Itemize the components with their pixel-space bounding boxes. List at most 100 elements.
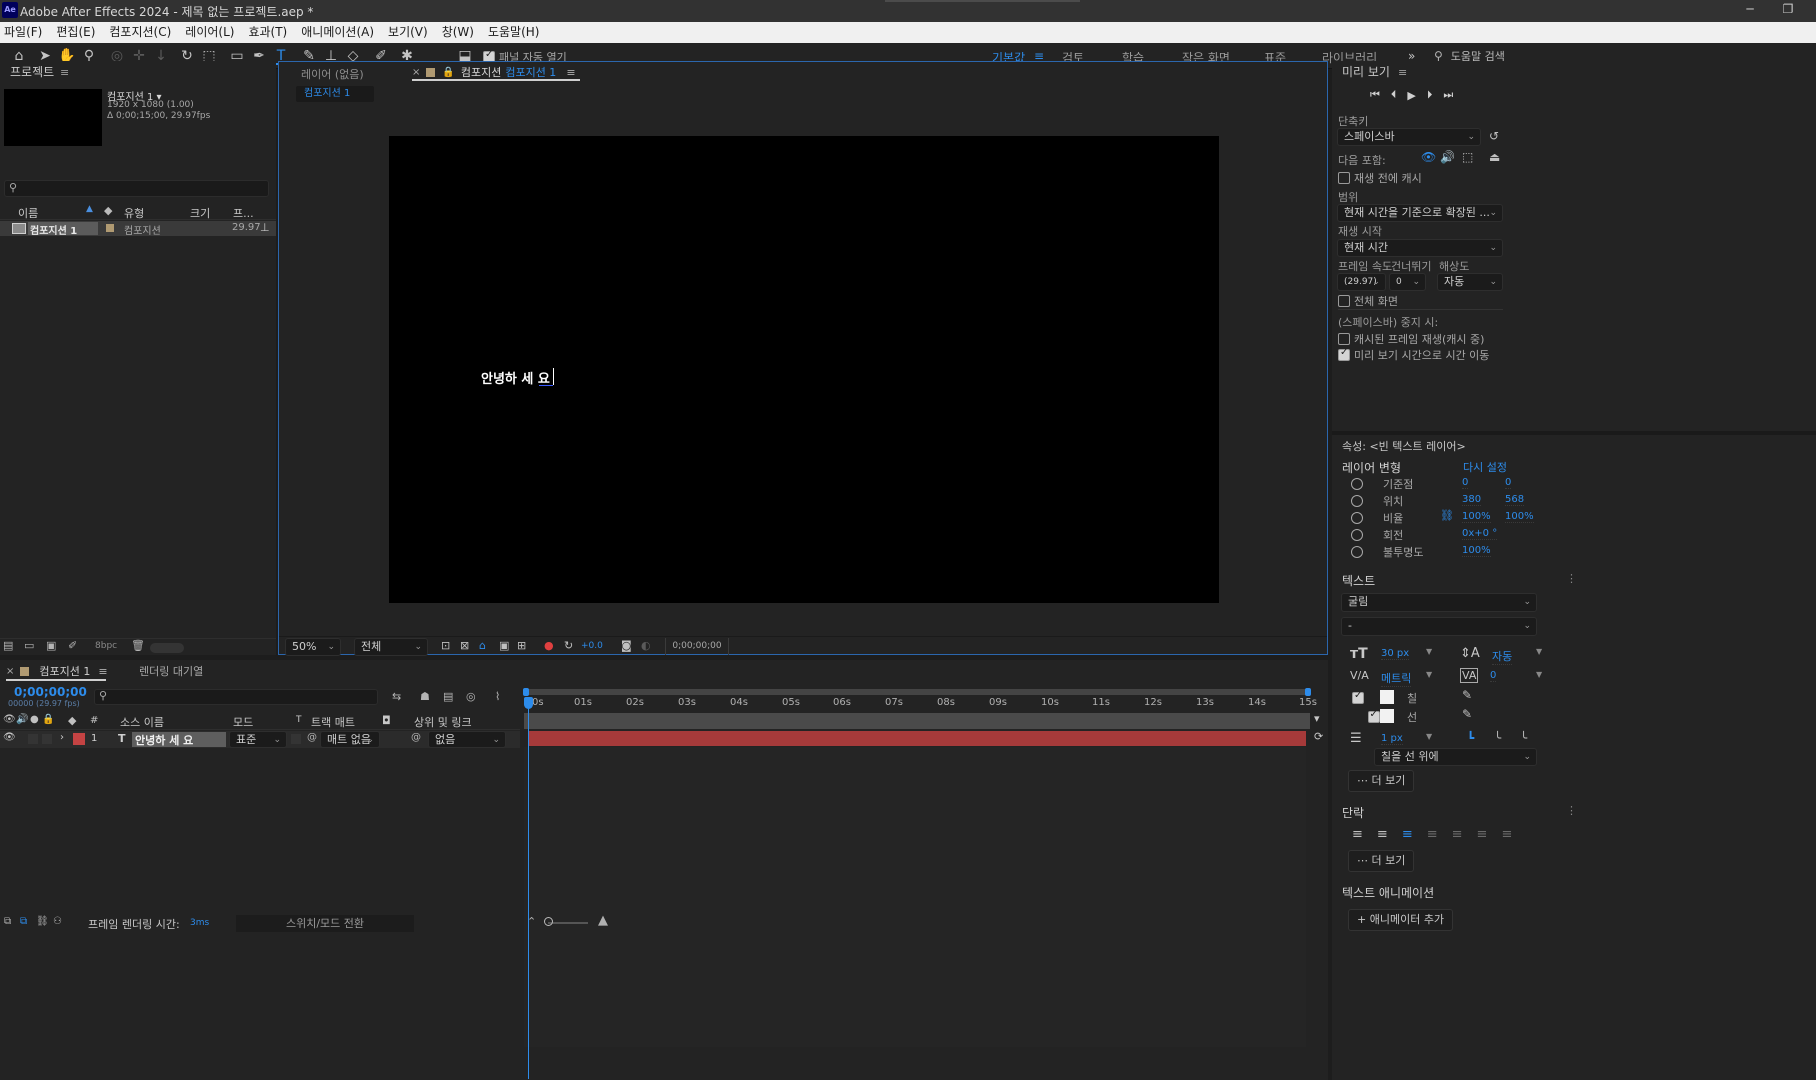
menu-animation[interactable]: 애니메이션(A) — [294, 22, 381, 43]
menu-window[interactable]: 창(W) — [435, 22, 481, 43]
layer-duration-bar[interactable] — [528, 731, 1306, 746]
project-search-input[interactable]: ⚲ — [4, 180, 269, 197]
zoom-slider[interactable] — [548, 922, 588, 924]
previous-frame-icon[interactable]: ⏴ — [1391, 88, 1397, 102]
3d-view-icon[interactable]: ⊞ — [517, 639, 526, 652]
breadcrumb[interactable]: 컴포지션 1 — [296, 86, 374, 102]
justify-center-icon[interactable]: ≡ — [1452, 827, 1463, 842]
in-out-stretch-icon[interactable]: ⛓ — [36, 916, 49, 927]
project-item-name[interactable]: 컴포지션 1 — [28, 222, 98, 237]
audio-toggle-icon[interactable]: 🔊 — [16, 714, 28, 725]
text-more-button[interactable]: ⋯ 더 보기 — [1348, 770, 1415, 792]
matte-switch-icon[interactable]: ◘ — [382, 714, 391, 727]
preview-menu-icon[interactable]: ≡ — [1398, 66, 1407, 79]
tab-render-queue[interactable]: 렌더링 대기열 — [139, 663, 203, 679]
stroke-width-value[interactable]: 1 px — [1381, 733, 1403, 745]
col-source-name[interactable]: 소스 이름 — [120, 714, 164, 730]
chevron-down-icon[interactable]: ▼ — [1426, 670, 1432, 679]
opacity-value[interactable]: 100% — [1462, 545, 1491, 557]
zoom-out-icon[interactable]: ⌃ — [527, 915, 536, 928]
transparency-grid-icon[interactable]: ⊠ — [460, 639, 469, 652]
skip-dropdown[interactable]: 0 ⌄ — [1389, 273, 1426, 291]
lock-icon[interactable]: 🔒 — [42, 714, 54, 725]
grid-guides-icon[interactable]: ▣ — [499, 639, 509, 652]
menu-help[interactable]: 도움말(H) — [481, 22, 547, 43]
resolution-preview-dropdown[interactable]: 자동 ⌄ — [1437, 273, 1503, 291]
work-area-span[interactable] — [524, 713, 1310, 729]
reset-shortcut-icon[interactable]: ↺ — [1489, 129, 1499, 143]
bevel-join-icon[interactable]: ╰ — [1520, 731, 1527, 745]
parent-dropdown[interactable]: 없음 ⌄ — [428, 731, 506, 748]
tab-composition-viewer[interactable]: × 🔒 컴포지션 컴포지션 1 ≡ — [412, 65, 580, 81]
show-snapshot-icon[interactable]: ◐ — [641, 639, 651, 652]
range-dropdown[interactable]: 현재 시간을 기준으로 확장된 ... ⌄ — [1337, 204, 1503, 222]
stopwatch-icon[interactable] — [1351, 495, 1363, 507]
anchor-point-y[interactable]: 0 — [1505, 477, 1512, 489]
scale-x[interactable]: 100% — [1462, 511, 1491, 523]
tab-timeline-comp[interactable]: × 컴포지션 1 ≡ — [6, 663, 108, 679]
snapshot-icon[interactable]: ◙ — [621, 639, 632, 652]
cache-before-checkbox[interactable] — [1338, 172, 1350, 184]
constrain-proportions-icon[interactable]: ⛓ — [1440, 509, 1454, 522]
first-frame-icon[interactable]: ⏮ — [1370, 88, 1380, 102]
work-area-start-handle[interactable] — [523, 688, 529, 696]
viewer-timecode[interactable]: 0;00;00;00 — [665, 638, 729, 655]
toggle-switches-modes[interactable]: 스위치/모드 전환 — [236, 915, 414, 932]
preview-panel-title[interactable]: 미리 보기 — [1342, 61, 1390, 83]
menu-file[interactable]: 파일(F) — [0, 22, 49, 43]
justify-left-icon[interactable]: ≡ — [1427, 827, 1438, 842]
kerning-value[interactable]: 메트릭 — [1381, 670, 1412, 687]
frame-blending-icon[interactable]: ▤ — [443, 690, 453, 703]
comp-button-icon[interactable]: ⟳ — [1314, 730, 1323, 743]
rotation-value[interactable]: 0x+0 ° — [1462, 528, 1498, 540]
close-tab-icon[interactable]: × — [6, 666, 14, 677]
resolution-dropdown[interactable]: 전체 ⌄ — [354, 638, 428, 656]
section-menu-icon[interactable]: ⋮ — [1566, 572, 1577, 585]
external-preview-icon[interactable]: ⏏ — [1489, 150, 1500, 164]
leading-value[interactable]: 자동 — [1492, 648, 1513, 665]
eyedropper-icon[interactable]: ✎ — [1462, 688, 1472, 702]
comp-marker-icon[interactable]: ▾ — [1314, 712, 1320, 725]
layer-lock-box[interactable] — [42, 734, 52, 744]
justify-all-icon[interactable]: ≡ — [1501, 827, 1512, 842]
align-right-icon[interactable]: ≡ — [1402, 827, 1413, 842]
time-graph[interactable]: 0s 01s 02s 03s 04s 05s 06s 07s 08s 09s 1… — [523, 685, 1323, 1080]
time-ruler[interactable]: 0s 01s 02s 03s 04s 05s 06s 07s 08s 09s 1… — [524, 697, 1317, 713]
render-time-icon[interactable]: ⚇ — [53, 916, 62, 927]
bit-depth-label[interactable]: 8bpc — [95, 641, 117, 651]
chevron-down-icon[interactable]: ▼ — [1426, 647, 1432, 656]
move-time-toggle[interactable]: 미리 보기 시간으로 시간 이동 — [1338, 347, 1489, 363]
restore-button[interactable]: ❐ — [1778, 2, 1798, 20]
cached-frames-checkbox[interactable] — [1338, 333, 1350, 345]
add-animator-button[interactable]: + 애니메이터 추가 — [1348, 909, 1454, 931]
play-icon[interactable]: ▶ — [1407, 89, 1415, 102]
anchor-point-x[interactable]: 0 — [1462, 477, 1469, 489]
menu-effect[interactable]: 효과(T) — [241, 22, 294, 43]
label-tag-icon[interactable]: ◆ — [68, 714, 76, 727]
position-x[interactable]: 380 — [1462, 494, 1482, 506]
transfer-controls-icon[interactable]: ⧉ — [20, 916, 27, 927]
region-of-interest-icon[interactable]: ⊡ — [441, 639, 450, 652]
menu-composition[interactable]: 컴포지션(C) — [102, 22, 178, 43]
label-color-swatch[interactable] — [106, 224, 114, 232]
reset-exposure-icon[interactable]: ↻ — [564, 639, 573, 652]
miter-join-icon[interactable]: ┗ — [1467, 731, 1474, 745]
include-audio-icon[interactable]: 🔊 — [1440, 150, 1455, 164]
col-size[interactable]: 크기 — [190, 205, 210, 221]
tracking-value[interactable]: 0 — [1490, 670, 1497, 682]
stopwatch-icon[interactable] — [1351, 478, 1363, 490]
playhead-line[interactable] — [528, 709, 529, 1079]
stroke-color-swatch[interactable] — [1380, 709, 1394, 723]
align-left-icon[interactable]: ≡ — [1352, 827, 1363, 842]
tab-layer-viewer[interactable]: 레이어 (없음) — [301, 66, 364, 82]
move-time-checkbox[interactable] — [1338, 347, 1350, 361]
layer-row[interactable]: 👁 › 1 T 안녕하 세 요 표준 ⌄ @ 매트 없음 ⌄ @ 없음 ⌄ — [0, 731, 520, 748]
last-frame-icon[interactable]: ⏭ — [1443, 88, 1453, 102]
project-item-row[interactable]: 컴포지션 1 컴포지션 29.97 ⊥ — [0, 221, 276, 237]
expand-chevron-icon[interactable]: › — [60, 732, 64, 743]
zoom-dropdown[interactable]: 50% ⌄ — [285, 638, 341, 656]
composition-mini-flowchart-icon[interactable]: ⇆ — [392, 690, 401, 703]
close-tab-icon[interactable]: × — [412, 67, 420, 78]
position-y[interactable]: 568 — [1505, 494, 1525, 506]
fullscreen-toggle[interactable]: 전체 화면 — [1338, 293, 1398, 309]
